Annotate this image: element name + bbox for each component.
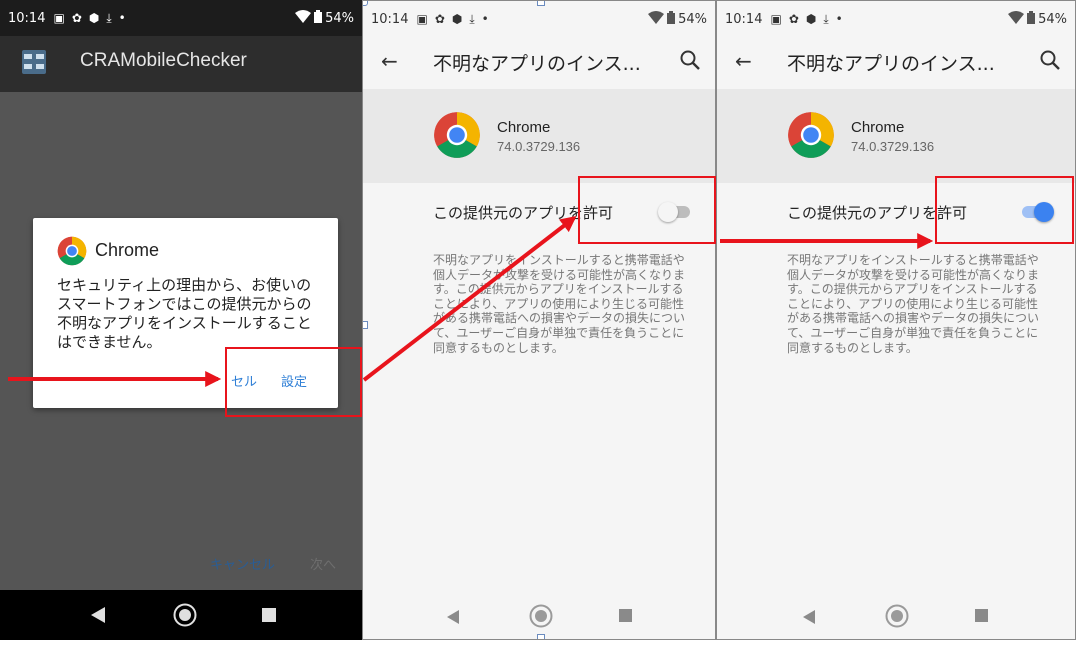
- annotation-arrows: [8, 216, 934, 387]
- arrow-to-toggle-off: [362, 216, 577, 382]
